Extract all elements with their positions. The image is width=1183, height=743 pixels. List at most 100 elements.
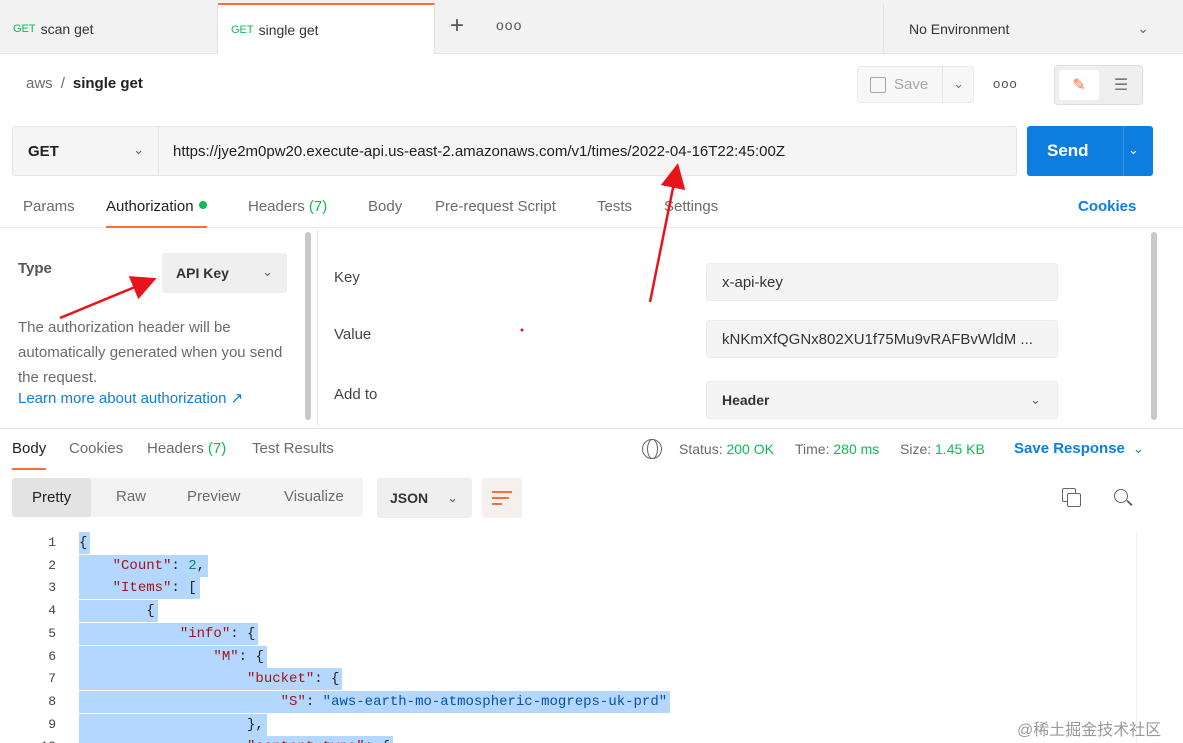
tab-test-results[interactable]: Test Results [252,440,334,457]
globe-icon[interactable] [642,439,662,459]
key-field[interactable]: x-api-key [706,263,1058,301]
chevron-down-icon[interactable]: ⌄ [1128,142,1139,158]
value-label: Value [334,326,372,343]
format-raw[interactable]: Raw [116,488,146,505]
code-line: 7 "bucket": { [0,668,1130,691]
method-selector[interactable]: GET ⌄ [13,127,159,175]
environment-label: No Environment [909,21,1010,37]
tab-label: Headers [248,198,305,215]
scrollbar[interactable] [1151,232,1157,420]
wrap-lines-button[interactable] [482,478,522,518]
format-visualize[interactable]: Visualize [284,488,344,505]
tab-single-get[interactable]: GET single get [218,3,435,54]
request-tab-bar: GET scan get GET single get + ooo No Env… [0,0,1183,54]
cookies-link[interactable]: Cookies [1078,198,1136,215]
format-preview[interactable]: Preview [187,488,240,505]
code-line: 3 "Items": [ [0,577,1130,600]
response-body-viewer[interactable]: 1{2 "Count": 2, 3 "Items": [4 {5 "info": … [0,530,1183,743]
breadcrumb-separator: / [60,75,65,92]
send-label: Send [1047,141,1089,160]
pencil-icon[interactable]: ✎ [1059,70,1099,100]
time-readout: Time: 280 ms [795,441,879,457]
tab-params[interactable]: Params [23,198,75,215]
tab-method-badge: GET [13,23,36,35]
code-text: "M": { [79,645,267,668]
environment-selector[interactable]: No Environment ⌄ [883,4,1183,54]
tab-label: Body [368,198,403,215]
chevron-down-icon: ⌄ [447,490,458,505]
plus-icon[interactable]: + [450,14,464,38]
tab-tests[interactable]: Tests [597,198,632,215]
tab-label: Headers [147,440,204,457]
tab-label: Settings [664,198,719,215]
tab-label: Body [12,440,47,457]
line-number: 3 [48,580,56,596]
size-readout: Size: 1.45 KB [900,441,985,457]
auth-description: The authorization header will be automat… [18,319,283,386]
line-number: 10 [0,739,56,743]
code-line: 9 }, [0,713,1130,736]
wrap-icon-line [492,497,509,499]
tab-settings[interactable]: Settings [664,198,718,215]
tab-label: Cookies [69,440,124,457]
chevron-down-icon: ⌄ [1030,392,1041,407]
time-value: 280 ms [833,441,880,457]
save-icon [870,76,886,93]
divider [942,67,943,102]
search-icon[interactable] [1114,489,1128,503]
more-horizontal-icon[interactable]: ooo [993,76,1018,91]
code-line: 5 "info": { [0,622,1130,645]
format-type-select[interactable]: JSON ⌄ [377,478,472,518]
tab-pre-request-script[interactable]: Pre-request Script [435,198,556,215]
line-number: 8 [48,693,56,709]
code-line: 2 "Count": 2, [0,554,1130,577]
tab-response-body[interactable]: Body [12,440,47,470]
chevron-down-icon: ⌄ [262,264,273,279]
tab-authorization[interactable]: Authorization [106,198,207,228]
save-response-button[interactable]: Save Response ⌄ [1014,440,1144,457]
status-value: 200 OK [726,441,774,457]
tab-scan-get[interactable]: GET scan get [0,4,218,54]
wrap-icon-line [492,491,512,493]
auth-type-label: Type [18,260,52,277]
tab-response-cookies[interactable]: Cookies [69,440,123,457]
scrollbar[interactable] [305,232,311,420]
request-tabs: Params Authorization Headers (7) Body Pr… [0,188,1183,228]
annotation-dot [520,328,524,332]
copy-icon[interactable] [1062,488,1081,507]
line-number: 4 [48,603,56,619]
tab-response-headers[interactable]: Headers (7) [147,440,226,457]
tab-body[interactable]: Body [368,198,402,215]
tab-label: Params [23,198,75,215]
chevron-down-icon: ⌄ [1137,20,1149,36]
tab-count: (7) [308,198,328,215]
line-number: 9 [48,716,56,732]
format-pretty[interactable]: Pretty [12,478,92,517]
tab-count: (7) [207,440,227,457]
save-label: Save [894,76,929,93]
time-label: Time: [795,441,830,457]
format-tabs: Pretty Raw Preview Visualize [12,478,363,517]
save-button[interactable]: Save ⌄ [857,66,974,103]
breadcrumb-collection[interactable]: aws [26,75,53,92]
more-horizontal-icon[interactable]: ooo [496,17,522,33]
code-text: { [79,600,158,623]
value-field[interactable]: kNKmXfQGNx802XU1f75Mu9vRAFBvWldM ... [706,320,1058,358]
breadcrumb-request[interactable]: single get [73,75,143,92]
tab-label: Test Results [252,440,334,457]
tab-headers[interactable]: Headers (7) [248,198,327,215]
send-button[interactable]: Send ⌄ [1027,126,1153,176]
code-text: "Items": [ [79,577,200,600]
api-key-value: kNKmXfQGNx802XU1f75Mu9vRAFBvWldM ... [722,330,1033,348]
chevron-down-icon[interactable]: ⌄ [953,76,964,92]
breadcrumb: aws / single get [26,75,143,92]
add-to-select[interactable]: Header ⌄ [706,381,1058,419]
comment-icon[interactable]: ☰ [1102,70,1140,100]
add-to-label: Add to [334,386,378,403]
learn-more-link[interactable]: Learn more about authorization ↗ [18,389,243,407]
active-dot-icon [198,201,207,209]
url-input[interactable]: https://jye2m0pw20.execute-api.us-east-2… [173,143,785,160]
auth-type-select[interactable]: API Key ⌄ [162,253,287,293]
scrollbar[interactable] [1136,532,1152,743]
view-toggle: ✎ ☰ [1054,65,1143,105]
